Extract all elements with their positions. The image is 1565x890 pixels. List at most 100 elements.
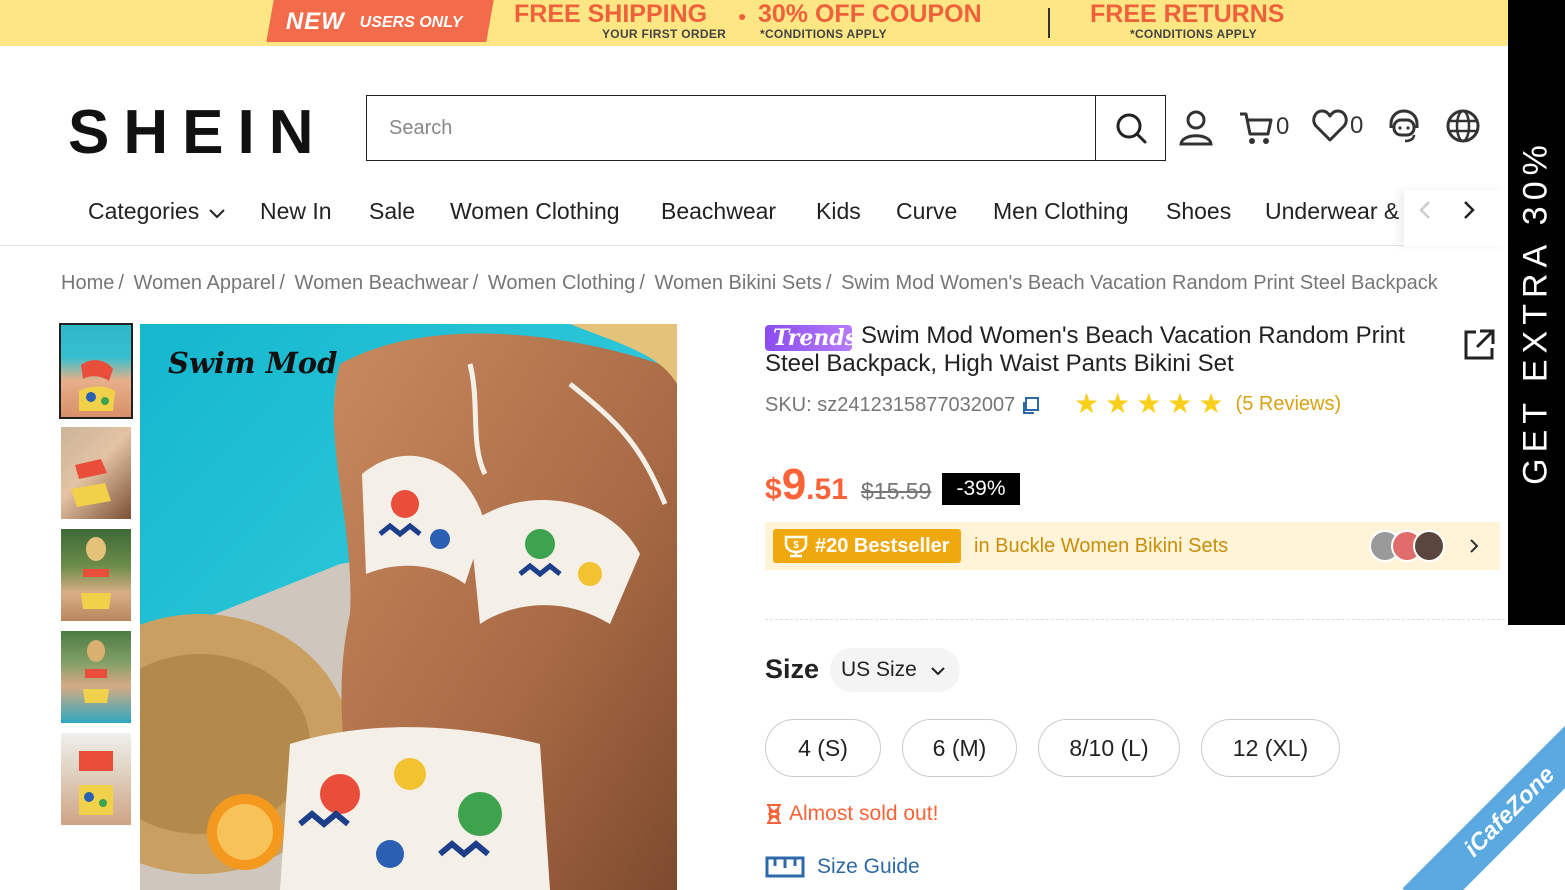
free-returns-text: FREE RETURNS [1090, 0, 1285, 28]
coupon-text: 30% OFF COUPON [758, 0, 982, 28]
thumbnail-4[interactable] [61, 631, 131, 723]
main-product-image[interactable]: Swim Mod [140, 324, 677, 890]
chevron-down-icon [930, 667, 945, 676]
product-title: Swim Mod Women's Beach Vacation Random P… [765, 322, 1405, 377]
shein-logo[interactable]: SHEIN [68, 97, 327, 168]
original-price: $15.59 [861, 478, 932, 504]
size-system-value: US Size [841, 658, 917, 681]
page: NEW USERS ONLY FREE SHIPPING ● 30% OFF C… [0, 0, 1565, 890]
breadcrumb-home[interactable]: Home [61, 272, 114, 294]
breadcrumb: Home / Women Apparel / Women Beachwear / Wo… [61, 272, 1438, 294]
price-decimal: .51 [806, 473, 848, 506]
corner-watermark-ribbon: iCafeZone [1402, 704, 1565, 890]
share-icon [1464, 329, 1495, 360]
size-system-select[interactable]: US Size [830, 648, 960, 692]
search-input[interactable] [367, 96, 1097, 160]
cart-count: 0 [1276, 113, 1290, 140]
size-option-xl[interactable]: 12 (XL) [1201, 719, 1340, 777]
wishlist-button[interactable]: 0 [1312, 108, 1363, 144]
chevron-right-icon[interactable] [1462, 200, 1476, 220]
nav-shoes[interactable]: Shoes [1166, 198, 1231, 225]
thumbnail-5[interactable] [61, 733, 131, 825]
thumbnail-3-image [81, 537, 111, 609]
conditions-text-1: *CONDITIONS APPLY [760, 27, 887, 41]
new-users-badge: NEW USERS ONLY [266, 0, 494, 42]
chevron-left-icon[interactable] [1418, 200, 1432, 220]
conditions-text-2: *CONDITIONS APPLY [1130, 27, 1257, 41]
sale-price: $9.51 [765, 460, 848, 510]
nav-men-clothing[interactable]: Men Clothing [993, 198, 1129, 225]
share-button[interactable] [1462, 328, 1496, 367]
star-icon: ★ [1136, 388, 1162, 419]
nav-beachwear[interactable]: Beachwear [661, 198, 776, 225]
thumbnail-3[interactable] [61, 529, 131, 621]
breadcrumb-women-beachwear[interactable]: Women Beachwear [295, 272, 469, 294]
nav-arrows [1404, 190, 1508, 246]
wishlist-count: 0 [1350, 112, 1364, 139]
price-integer: 9 [781, 460, 807, 509]
sku-text: SKU: sz2412315877032007 [765, 394, 1016, 416]
copy-icon[interactable] [1021, 396, 1040, 415]
bestseller-bar[interactable]: $ #20 Bestseller in Buckle Women Bikini … [765, 522, 1500, 570]
nav-underwear[interactable]: Underwear & [1265, 198, 1399, 225]
size-option-s[interactable]: 4 (S) [765, 719, 881, 777]
breadcrumb-bikini-sets[interactable]: Women Bikini Sets [654, 272, 821, 294]
breadcrumb-current: Swim Mod Women's Beach Vacation Random P… [841, 272, 1438, 294]
review-count-link[interactable]: (5 Reviews) [1236, 393, 1342, 416]
size-option-l[interactable]: 8/10 (L) [1038, 719, 1180, 777]
size-option-m[interactable]: 6 (M) [902, 719, 1017, 777]
cart-icon [1240, 112, 1273, 144]
chevron-down-icon [208, 209, 225, 219]
globe-icon [1446, 109, 1480, 143]
free-shipping-text: FREE SHIPPING [514, 0, 708, 28]
trends-badge[interactable]: Trends [765, 325, 857, 351]
thumbnail-2[interactable] [61, 427, 131, 519]
nav-sale[interactable]: Sale [369, 198, 415, 225]
thumbnail-1-image [79, 360, 115, 411]
nav-women-clothing[interactable]: Women Clothing [450, 198, 620, 225]
hourglass-icon [767, 804, 781, 824]
nav-curve[interactable]: Curve [896, 198, 957, 225]
star-icon: ★ [1198, 388, 1224, 419]
nav-categories[interactable]: Categories [88, 198, 225, 225]
ruler-icon [765, 856, 805, 878]
promo-divider [1048, 8, 1050, 38]
side-promo-banner[interactable]: GET EXTRA 30% [1508, 0, 1565, 625]
heart-icon [1312, 109, 1348, 142]
side-promo-text: GET EXTRA 30% [1516, 139, 1555, 485]
account-button[interactable] [1178, 108, 1214, 146]
stock-notice: Almost sold out! [765, 802, 938, 826]
trophy-icon: $ [784, 535, 808, 558]
support-button[interactable] [1386, 108, 1422, 144]
nav-categories-label: Categories [88, 198, 200, 224]
users-only-label: USERS ONLY [359, 14, 463, 31]
language-button[interactable] [1445, 108, 1481, 144]
size-label: Size [765, 654, 820, 684]
thumbnail-4-image [83, 640, 109, 703]
brand-overlay: Swim Mod [168, 346, 338, 380]
star-icon: ★ [1074, 388, 1100, 419]
divider [765, 619, 1505, 620]
main-nav: Categories New In Sale Women Clothing Be… [0, 190, 1508, 246]
nav-new-in[interactable]: New In [260, 198, 332, 225]
star-icon: ★ [1167, 388, 1193, 419]
rating-stars[interactable]: ★ ★ ★ ★ ★ (5 Reviews) [1074, 390, 1341, 418]
nav-kids[interactable]: Kids [816, 198, 861, 225]
product-photo [140, 324, 677, 890]
search-button[interactable] [1095, 96, 1165, 160]
size-guide-text: Size Guide [817, 855, 920, 878]
new-label: NEW [285, 8, 345, 35]
search-icon [1116, 113, 1146, 144]
breadcrumb-women-apparel[interactable]: Women Apparel [133, 272, 275, 294]
size-guide-link[interactable]: Size Guide [765, 855, 920, 879]
chevron-right-icon [1470, 539, 1479, 553]
discount-badge: -39% [942, 473, 1020, 505]
search-bar [366, 95, 1166, 161]
bestseller-rank: #20 Bestseller [815, 535, 950, 557]
thumbnail-1[interactable] [59, 323, 133, 419]
breadcrumb-women-clothing[interactable]: Women Clothing [488, 272, 635, 294]
buyer-avatars [1369, 530, 1445, 562]
sku-row: SKU: sz2412315877032007 [765, 394, 1040, 417]
promo-banner[interactable]: NEW USERS ONLY FREE SHIPPING ● 30% OFF C… [0, 0, 1508, 46]
cart-button[interactable]: 0 [1238, 108, 1289, 146]
